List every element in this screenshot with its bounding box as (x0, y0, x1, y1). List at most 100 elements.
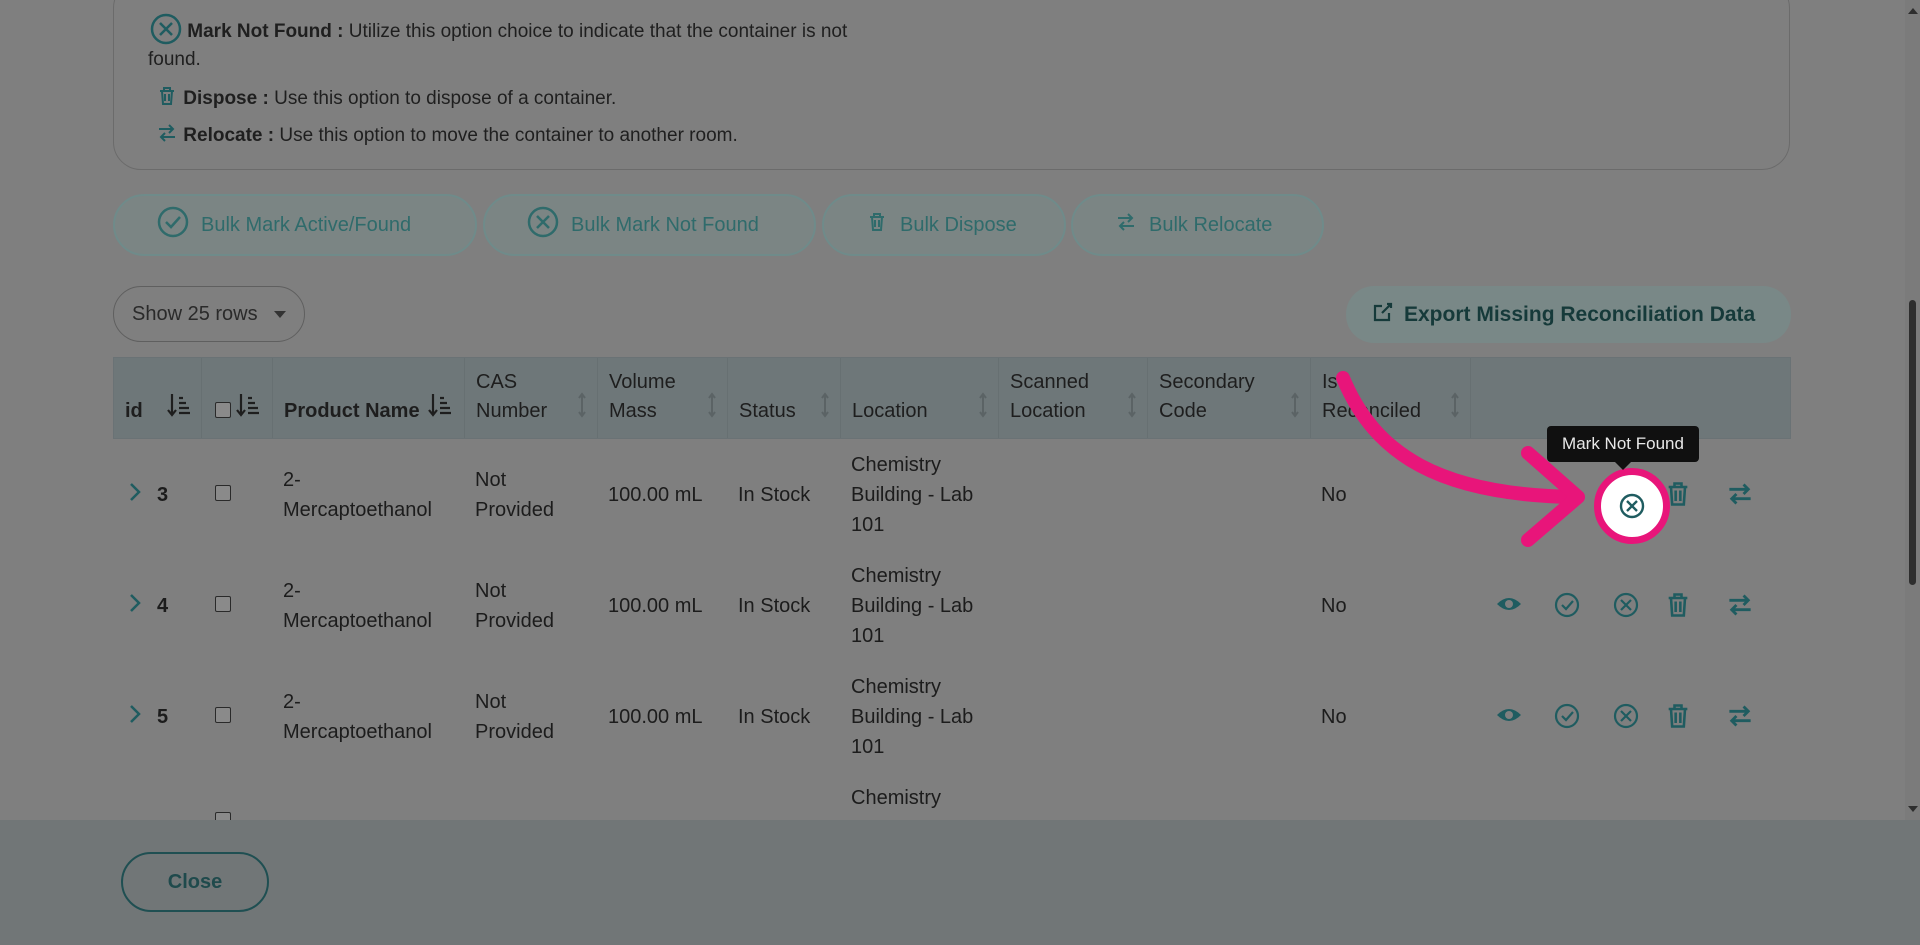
eye-icon[interactable] (1496, 483, 1522, 508)
bulk-mark-not-found-button[interactable]: Bulk Mark Not Found (483, 194, 816, 256)
row-cas: Not Provided (475, 576, 554, 636)
legend-relocate-text: Use this option to move the container to… (274, 125, 738, 147)
scroll-up-icon[interactable] (1908, 8, 1918, 14)
header-scanned-line2: Location (1010, 400, 1086, 422)
chevron-right-icon[interactable] (128, 703, 142, 730)
circle-x-icon[interactable] (1613, 703, 1639, 734)
bulk-relocate-button[interactable]: Bulk Relocate (1071, 194, 1324, 256)
row-location: Chemistry Building - Lab 101 (851, 561, 973, 651)
table-row: 3 2- Mercaptoethanol Not Provided 100.00 m… (113, 439, 1791, 550)
trash-icon[interactable] (1665, 702, 1691, 735)
row-cas: Not Provided (475, 465, 554, 525)
row-product-line1: 2- (283, 580, 301, 602)
header-status-label: Status (739, 400, 796, 422)
circle-x-icon (527, 206, 559, 244)
bulk-mark-not-found-label: Bulk Mark Not Found (571, 213, 759, 236)
sort-neutral-icon[interactable] (1290, 392, 1300, 424)
sort-neutral-icon[interactable] (820, 392, 830, 424)
eye-icon[interactable] (1496, 705, 1522, 730)
sort-neutral-icon[interactable] (1450, 392, 1460, 424)
select-all-checkbox[interactable] (215, 402, 231, 418)
header-status[interactable]: Status (728, 358, 841, 438)
chevron-right-icon[interactable] (128, 481, 142, 508)
header-cas-line1: CAS (476, 371, 518, 393)
legend-mark-not-found-title: Mark Not Found : (187, 21, 344, 43)
row-select-checkbox[interactable] (215, 596, 231, 612)
header-volume-mass[interactable]: Volume Mass (598, 358, 728, 438)
header-secondary-code[interactable]: Secondary Code (1148, 358, 1311, 438)
header-cas-number[interactable]: CAS Number (465, 358, 598, 438)
circle-x-icon[interactable] (1613, 592, 1639, 623)
row-select-checkbox[interactable] (215, 485, 231, 501)
table-row: Chemistry (113, 772, 1791, 820)
sort-desc-icon[interactable] (236, 392, 260, 424)
scroll-down-icon[interactable] (1908, 806, 1918, 812)
row-id: 5 (157, 706, 169, 728)
header-product-name[interactable]: Product Name (273, 358, 465, 438)
header-reconciled-line1: Is (1322, 371, 1338, 393)
vertical-scrollbar[interactable] (1905, 0, 1920, 820)
row-volume: 100.00 mL (608, 484, 703, 506)
trash-icon[interactable] (1665, 591, 1691, 624)
tooltip-text: Mark Not Found (1562, 434, 1684, 453)
row-id: 3 (157, 484, 169, 506)
header-secondary-label: Secondary Code (1159, 368, 1255, 426)
row-select-checkbox[interactable] (215, 707, 231, 723)
eye-icon[interactable] (1496, 594, 1522, 619)
legend-relocate-title: Relocate : (183, 125, 275, 147)
sort-desc-icon[interactable] (167, 392, 191, 424)
header-volume-line2: Mass (609, 400, 657, 422)
bulk-mark-found-button[interactable]: Bulk Mark Active/Found (113, 194, 477, 256)
header-is-reconciled[interactable]: Is Reconciled (1311, 358, 1471, 438)
close-button[interactable]: Close (121, 852, 269, 912)
header-volume-line1: Volume (609, 371, 676, 393)
row-product-line1: 2- (283, 691, 301, 713)
row-reconciled: No (1321, 595, 1347, 617)
header-id-label: id (125, 400, 143, 422)
swap-arrows-icon[interactable] (1726, 592, 1754, 623)
row-select-checkbox[interactable] (215, 812, 231, 820)
sort-desc-icon[interactable] (428, 392, 452, 424)
row-location-line1: Chemistry (851, 787, 942, 809)
row-product: 2- Mercaptoethanol (283, 576, 432, 636)
sort-neutral-icon[interactable] (978, 392, 988, 424)
header-scanned-label: Scanned Location (1010, 368, 1089, 426)
header-product-label: Product Name (284, 400, 420, 422)
row-product-line2: Mercaptoethanol (283, 721, 432, 743)
tooltip: Mark Not Found (1547, 426, 1699, 470)
row-product-line2: Mercaptoethanol (283, 610, 432, 632)
row-location-line3: 101 (851, 514, 885, 536)
header-location[interactable]: Location (841, 358, 999, 438)
row-location-line1: Chemistry (851, 454, 942, 476)
row-cas-line2: Provided (475, 499, 554, 521)
swap-arrows-icon[interactable] (1726, 481, 1754, 512)
row-reconciled: No (1321, 484, 1347, 506)
bulk-dispose-button[interactable]: Bulk Dispose (822, 194, 1066, 256)
scrollbar-thumb[interactable] (1909, 300, 1916, 585)
check-circle-icon[interactable] (1554, 703, 1580, 734)
row-location-line3: 101 (851, 625, 885, 647)
sort-neutral-icon[interactable] (577, 392, 587, 424)
header-scanned-location[interactable]: Scanned Location (999, 358, 1148, 438)
sort-neutral-icon[interactable] (1127, 392, 1137, 424)
header-secondary-line1: Secondary (1159, 371, 1255, 393)
check-circle-icon[interactable] (1554, 592, 1580, 623)
modal-footer (0, 820, 1920, 945)
chevron-right-icon[interactable] (128, 592, 142, 619)
sort-neutral-icon[interactable] (707, 392, 717, 424)
mark-not-found-button-highlighted[interactable] (1594, 468, 1670, 544)
swap-arrows-icon[interactable] (1726, 703, 1754, 734)
legend-relocate: Relocate : Use this option to move the c… (156, 122, 738, 150)
header-id[interactable]: id (114, 358, 202, 438)
row-location-line1: Chemistry (851, 565, 942, 587)
row-location-line2: Building - Lab (851, 595, 974, 617)
header-cas-line2: Number (476, 400, 548, 422)
row-cas: Not Provided (475, 687, 554, 747)
row-location-line2: Building - Lab (851, 706, 974, 728)
row-cas-line1: Not (475, 580, 507, 602)
rows-per-page-select[interactable]: Show 25 rows (113, 286, 305, 342)
table-row: 5 2- Mercaptoethanol Not Provided 100.00 m… (113, 661, 1791, 772)
row-product-line2: Mercaptoethanol (283, 499, 432, 521)
export-missing-data-button[interactable]: Export Missing Reconciliation Data (1346, 286, 1791, 343)
header-scanned-line1: Scanned (1010, 371, 1089, 393)
